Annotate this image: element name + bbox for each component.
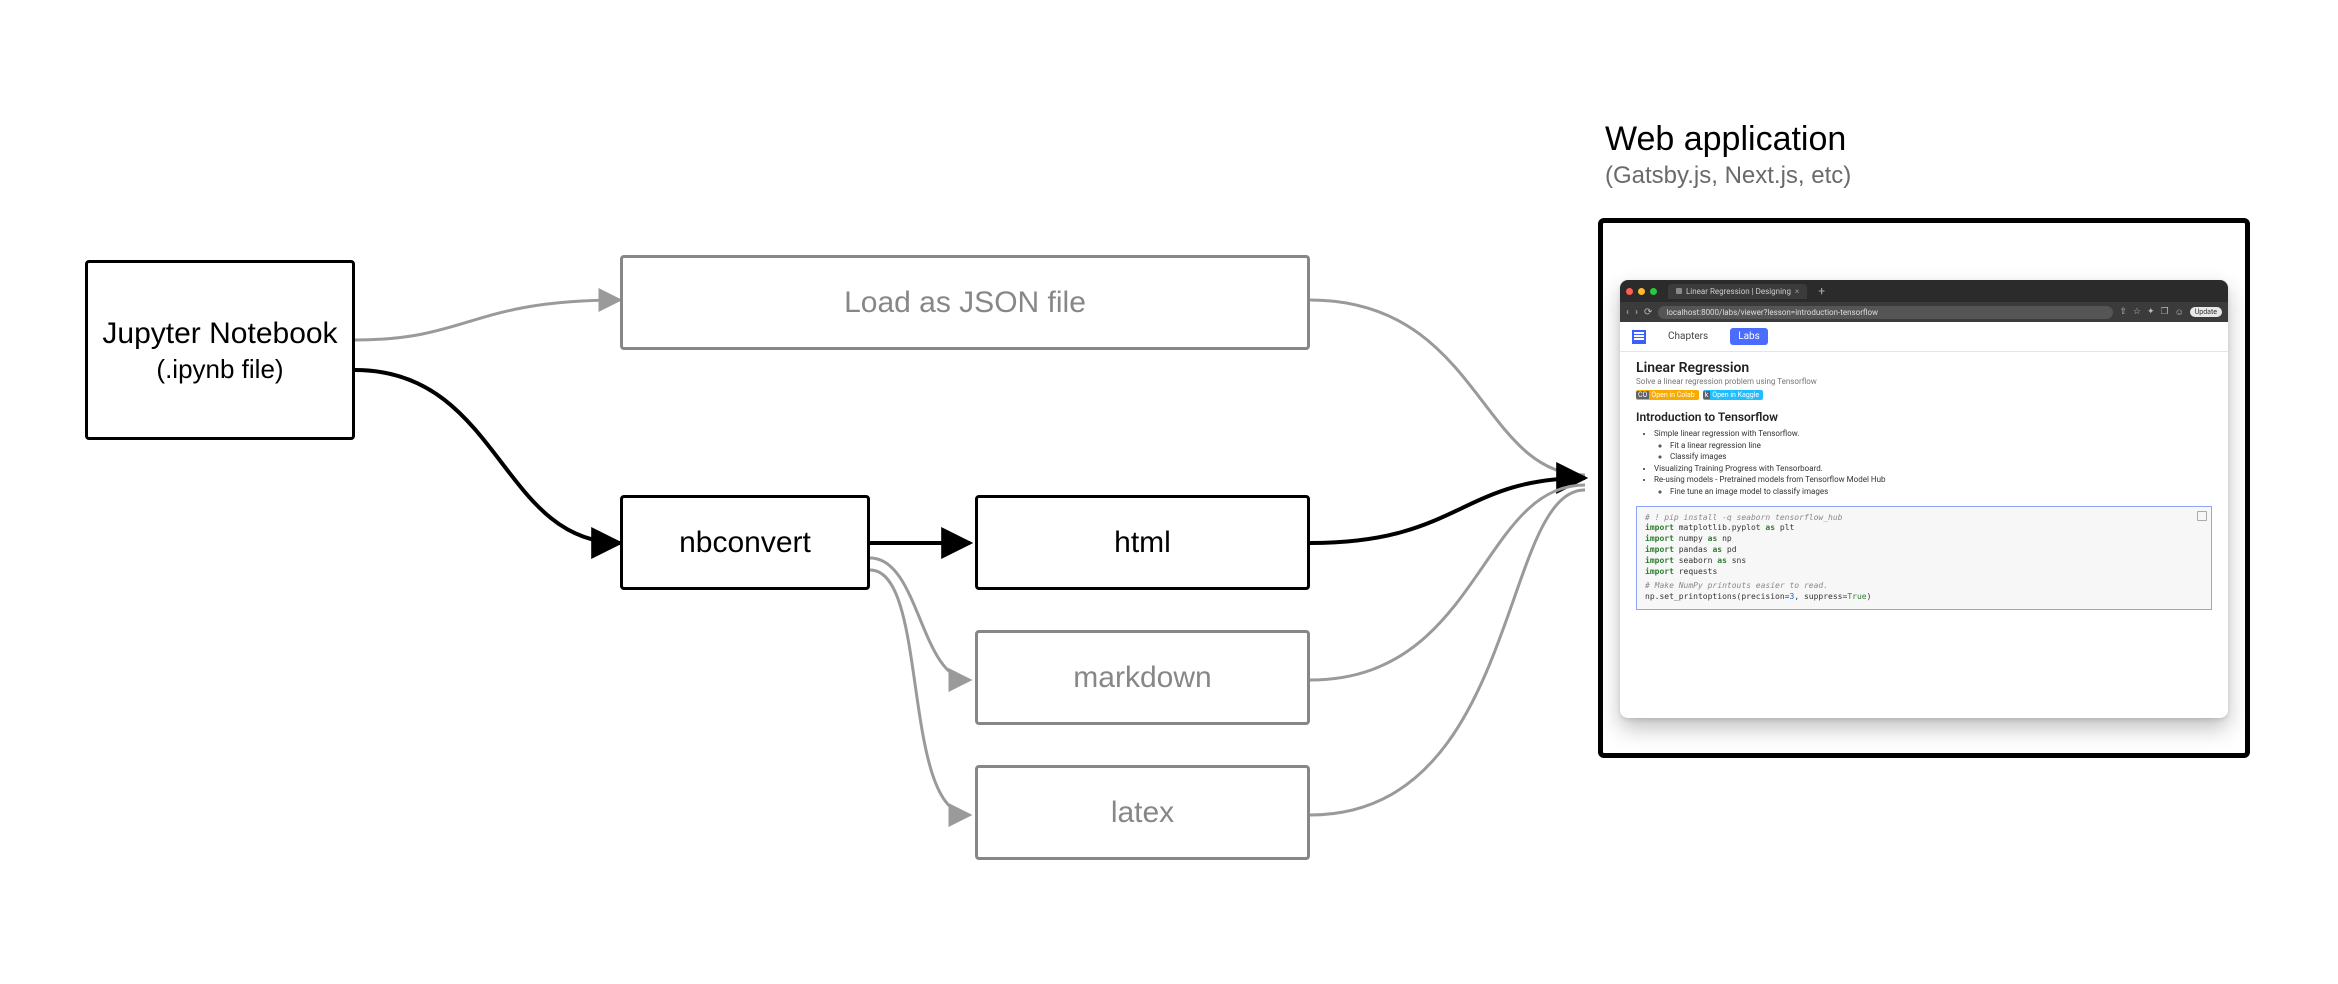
node-nbconvert: nbconvert: [620, 495, 870, 590]
list-item: Simple linear regression with Tensorflow…: [1654, 428, 2212, 463]
bookmark-icon[interactable]: ❐: [2160, 307, 2168, 317]
page-nav: Chapters Labs: [1620, 322, 2228, 352]
badge-colab[interactable]: COOpen in Colab: [1636, 390, 1699, 400]
node-subtitle: (.ipynb file): [156, 353, 283, 386]
section-heading: Introduction to Tensorflow: [1636, 410, 2212, 424]
copy-icon[interactable]: [2197, 511, 2207, 521]
page-content: Linear Regression Solve a linear regress…: [1620, 352, 2228, 618]
node-latex: latex: [975, 765, 1310, 860]
node-label: nbconvert: [679, 524, 811, 562]
tab-title: Linear Regression | Designing: [1686, 287, 1791, 296]
profile-icon[interactable]: ☺: [2175, 307, 2184, 318]
browser-addrbar: ‹ › ⟳ localhost:8000/labs/viewer?lesson=…: [1620, 302, 2228, 322]
browser-tabbar: Linear Regression | Designing × +: [1620, 280, 2228, 302]
favicon-icon: [1676, 288, 1682, 294]
browser-tab[interactable]: Linear Regression | Designing ×: [1668, 284, 1807, 299]
back-icon[interactable]: ‹: [1626, 307, 1629, 318]
node-markdown: markdown: [975, 630, 1310, 725]
traffic-light-close-icon[interactable]: [1626, 288, 1633, 295]
url-bar[interactable]: localhost:8000/labs/viewer?lesson=introd…: [1658, 306, 2113, 319]
page-subtitle: Solve a linear regression problem using …: [1636, 377, 2212, 386]
traffic-light-max-icon[interactable]: [1650, 288, 1657, 295]
node-label: latex: [1111, 794, 1174, 832]
code-block: # ! pip install -q seaborn tensorflow_hu…: [1636, 506, 2212, 610]
list-item: Re-using models - Pretrained models from…: [1654, 474, 2212, 497]
node-jupyter-notebook: Jupyter Notebook (.ipynb file): [85, 260, 355, 440]
update-button[interactable]: Update: [2190, 307, 2222, 317]
webapp-title: Web application: [1605, 120, 1846, 159]
node-html: html: [975, 495, 1310, 590]
node-label: markdown: [1073, 659, 1211, 697]
traffic-light-min-icon[interactable]: [1638, 288, 1645, 295]
list-item: Classify images: [1670, 451, 2212, 463]
new-tab-icon[interactable]: +: [1818, 284, 1825, 298]
forward-icon[interactable]: ›: [1635, 307, 1638, 318]
node-label: html: [1114, 524, 1171, 562]
list-item: Fine tune an image model to classify ima…: [1670, 486, 2212, 498]
badges: COOpen in Colab kOpen in Kaggle: [1636, 390, 2212, 400]
nav-chapters[interactable]: Chapters: [1660, 328, 1716, 345]
node-label: Load as JSON file: [844, 284, 1086, 322]
share-icon[interactable]: ⇧: [2119, 307, 2127, 317]
list-item: Visualizing Training Progress with Tenso…: [1654, 463, 2212, 475]
tab-close-icon[interactable]: ×: [1795, 287, 1799, 296]
webapp-subtitle: (Gatsby.js, Next.js, etc): [1605, 162, 1851, 190]
list-item: Fit a linear regression line: [1670, 440, 2212, 452]
node-title: Jupyter Notebook: [102, 315, 337, 353]
browser-window: Linear Regression | Designing × + ‹ › ⟳ …: [1620, 280, 2228, 718]
nav-labs[interactable]: Labs: [1730, 328, 1768, 345]
extensions-icon[interactable]: ✦: [2147, 307, 2155, 317]
site-logo-icon[interactable]: [1632, 330, 1646, 344]
star-icon[interactable]: ☆: [2133, 307, 2141, 317]
page-title: Linear Regression: [1636, 360, 2212, 376]
toc-list: Simple linear regression with Tensorflow…: [1654, 428, 2212, 498]
badge-kaggle[interactable]: kOpen in Kaggle: [1703, 390, 1763, 400]
node-load-json: Load as JSON file: [620, 255, 1310, 350]
reload-icon[interactable]: ⟳: [1644, 307, 1652, 318]
